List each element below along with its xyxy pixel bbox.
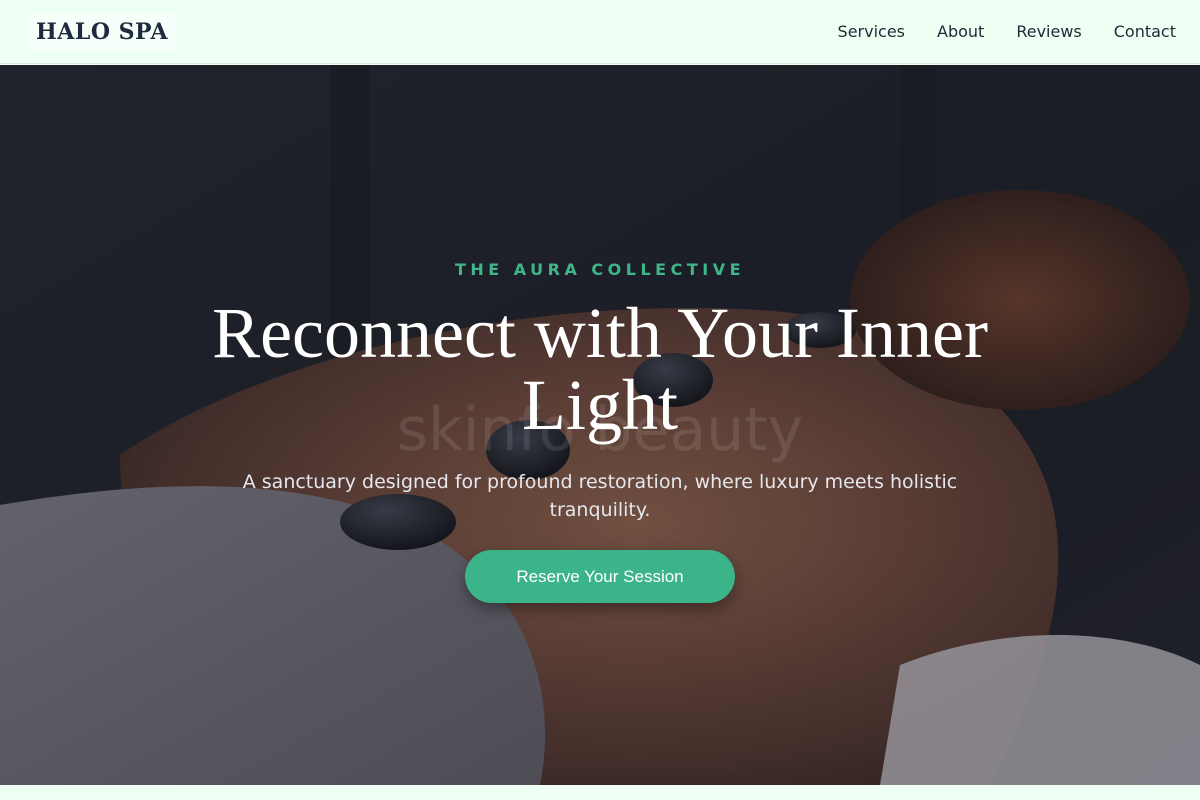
nav-link-reviews[interactable]: Reviews: [1016, 22, 1081, 41]
nav-link-services[interactable]: Services: [838, 22, 905, 41]
top-navbar: HALO SPA Services About Reviews Contact: [0, 0, 1200, 64]
hero-eyebrow: THE AURA COLLECTIVE: [454, 260, 746, 279]
hero-subheading: A sanctuary designed for profound restor…: [242, 471, 958, 521]
nav-links: Services About Reviews Contact: [838, 22, 1176, 41]
hero-content: THE AURA COLLECTIVE skinfo beauty Reconn…: [0, 65, 1200, 785]
site-logo[interactable]: HALO SPA: [28, 12, 177, 51]
page-footer-strip: [0, 785, 1200, 800]
hero-headline: Reconnect with Your Inner Light: [212, 293, 988, 445]
nav-link-contact[interactable]: Contact: [1114, 22, 1176, 41]
nav-link-about[interactable]: About: [937, 22, 984, 41]
hero-section: THE AURA COLLECTIVE skinfo beauty Reconn…: [0, 65, 1200, 785]
reserve-session-button[interactable]: Reserve Your Session: [465, 550, 735, 603]
